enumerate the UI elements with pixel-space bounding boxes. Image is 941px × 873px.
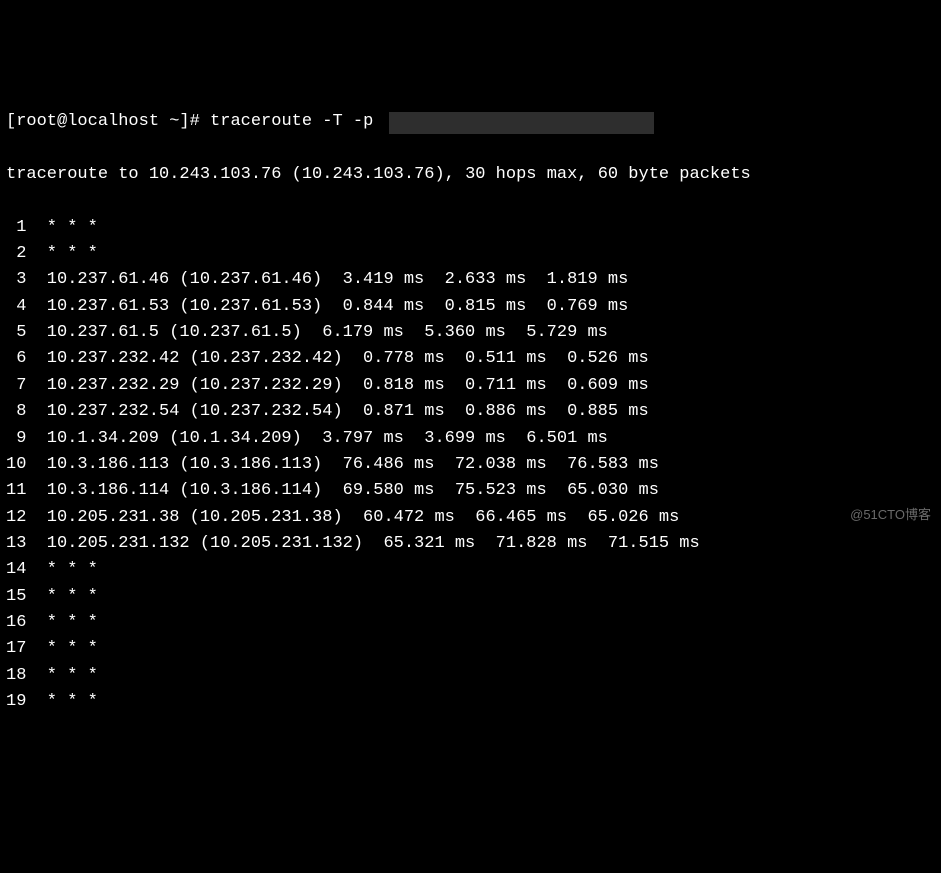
hop-number: 19: [6, 689, 26, 715]
hop-number: 4: [6, 294, 26, 320]
hop-number: 14: [6, 557, 26, 583]
hop-number: 8: [6, 399, 26, 425]
hop-number: 3: [6, 267, 26, 293]
hop-line: 15 * * *: [6, 584, 935, 610]
hop-line: 4 10.237.61.53 (10.237.61.53) 0.844 ms 0…: [6, 294, 935, 320]
hop-data: * * *: [26, 560, 97, 579]
hop-number: 12: [6, 505, 26, 531]
watermark-text: @51CTO博客: [850, 505, 931, 525]
hop-data: * * *: [26, 244, 97, 263]
hop-number: 7: [6, 373, 26, 399]
hop-data: 10.3.186.113 (10.3.186.113) 76.486 ms 72…: [26, 455, 659, 474]
hop-data: * * *: [26, 639, 97, 658]
hop-line: 7 10.237.232.29 (10.237.232.29) 0.818 ms…: [6, 373, 935, 399]
hop-line: 3 10.237.61.46 (10.237.61.46) 3.419 ms 2…: [6, 267, 935, 293]
hop-data: * * *: [26, 218, 97, 237]
hop-number: 15: [6, 584, 26, 610]
hop-number: 17: [6, 636, 26, 662]
hop-line: 10 10.3.186.113 (10.3.186.113) 76.486 ms…: [6, 452, 935, 478]
hop-line: 13 10.205.231.132 (10.205.231.132) 65.32…: [6, 531, 935, 557]
hop-number: 10: [6, 452, 26, 478]
hop-number: 1: [6, 215, 26, 241]
hop-line: 17 * * *: [6, 636, 935, 662]
hop-line: 19 * * *: [6, 689, 935, 715]
hop-data: * * *: [26, 666, 97, 685]
hop-number: 2: [6, 241, 26, 267]
prompt-user-host: [root@localhost ~]#: [6, 109, 210, 135]
hop-data: 10.237.232.42 (10.237.232.42) 0.778 ms 0…: [26, 349, 648, 368]
hop-line: 1 * * *: [6, 215, 935, 241]
hop-line: 9 10.1.34.209 (10.1.34.209) 3.797 ms 3.6…: [6, 426, 935, 452]
hop-data: 10.237.232.54 (10.237.232.54) 0.871 ms 0…: [26, 402, 648, 421]
hop-line: 5 10.237.61.5 (10.237.61.5) 6.179 ms 5.3…: [6, 320, 935, 346]
hop-number: 18: [6, 663, 26, 689]
hop-number: 16: [6, 610, 26, 636]
hop-data: 10.205.231.132 (10.205.231.132) 65.321 m…: [26, 534, 699, 553]
hop-data: 10.237.61.53 (10.237.61.53) 0.844 ms 0.8…: [26, 297, 628, 316]
hop-number: 13: [6, 531, 26, 557]
hop-number: 9: [6, 426, 26, 452]
hop-line: 11 10.3.186.114 (10.3.186.114) 69.580 ms…: [6, 478, 935, 504]
hop-data: 10.205.231.38 (10.205.231.38) 60.472 ms …: [26, 508, 679, 527]
terminal-prompt-line[interactable]: [root@localhost ~]# traceroute -T -p: [6, 109, 935, 135]
traceroute-summary: traceroute to 10.243.103.76 (10.243.103.…: [6, 162, 935, 188]
command-text: traceroute -T -p: [210, 109, 383, 135]
hop-number: 5: [6, 320, 26, 346]
hop-line: 6 10.237.232.42 (10.237.232.42) 0.778 ms…: [6, 346, 935, 372]
traceroute-output: 1 * * *2 * * *3 10.237.61.46 (10.237.61.…: [6, 215, 935, 716]
redacted-argument: [389, 112, 654, 134]
hop-data: 10.237.61.5 (10.237.61.5) 6.179 ms 5.360…: [26, 323, 608, 342]
hop-number: 11: [6, 478, 26, 504]
hop-data: * * *: [26, 692, 97, 711]
hop-data: 10.237.61.46 (10.237.61.46) 3.419 ms 2.6…: [26, 270, 628, 289]
hop-line: 8 10.237.232.54 (10.237.232.54) 0.871 ms…: [6, 399, 935, 425]
hop-line: 14 * * *: [6, 557, 935, 583]
hop-data: * * *: [26, 613, 97, 632]
hop-line: 16 * * *: [6, 610, 935, 636]
hop-line: 2 * * *: [6, 241, 935, 267]
hop-number: 6: [6, 346, 26, 372]
hop-line: 12 10.205.231.38 (10.205.231.38) 60.472 …: [6, 505, 935, 531]
hop-data: * * *: [26, 587, 97, 606]
hop-data: 10.237.232.29 (10.237.232.29) 0.818 ms 0…: [26, 376, 648, 395]
hop-line: 18 * * *: [6, 663, 935, 689]
hop-data: 10.1.34.209 (10.1.34.209) 3.797 ms 3.699…: [26, 429, 608, 448]
hop-data: 10.3.186.114 (10.3.186.114) 69.580 ms 75…: [26, 481, 659, 500]
